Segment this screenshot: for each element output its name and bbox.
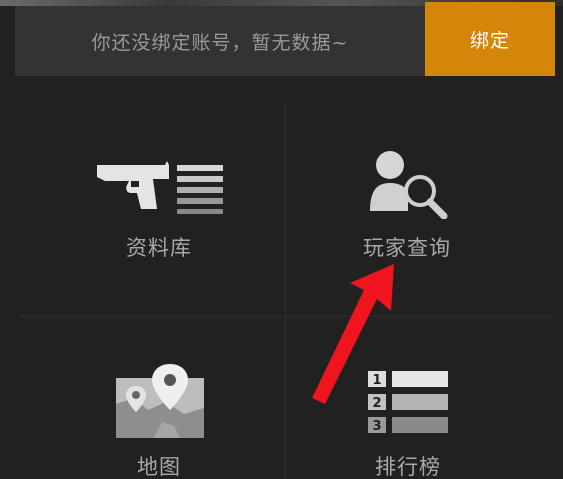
rank-2-number: 2 — [372, 396, 381, 411]
tile-database-label: 资料库 — [126, 236, 192, 260]
tile-player-search-label: 玩家查询 — [363, 236, 451, 260]
player-search-icon — [370, 151, 448, 219]
ranking-list-icon: 1 2 3 — [368, 371, 448, 434]
bind-account-bar: 你还没绑定账号，暂无数据~ — [15, 6, 425, 76]
tile-map[interactable]: 地图 — [18, 317, 284, 479]
gun-list-icon — [97, 161, 223, 214]
no-account-message: 你还没绑定账号，暂无数据~ — [91, 31, 349, 54]
rank-3-number: 3 — [372, 419, 381, 434]
map-pin-icon — [116, 364, 204, 438]
rank-1-number: 1 — [372, 373, 381, 388]
tile-database[interactable]: 资料库 — [18, 104, 284, 315]
bind-button[interactable]: 绑定 — [425, 2, 555, 76]
tile-player-search[interactable]: 玩家查询 — [286, 104, 553, 315]
tile-ranking-label: 排行榜 — [375, 455, 441, 479]
feature-grid: 资料库 玩家查询 地图 1 2 3 排行榜 — [0, 76, 563, 479]
tile-ranking[interactable]: 1 2 3 排行榜 — [286, 317, 553, 479]
tile-map-label: 地图 — [137, 455, 181, 479]
app-screen: 你还没绑定账号，暂无数据~ 绑定 资料库 玩家查询 地图 1 2 3 排行榜 — [0, 0, 563, 479]
